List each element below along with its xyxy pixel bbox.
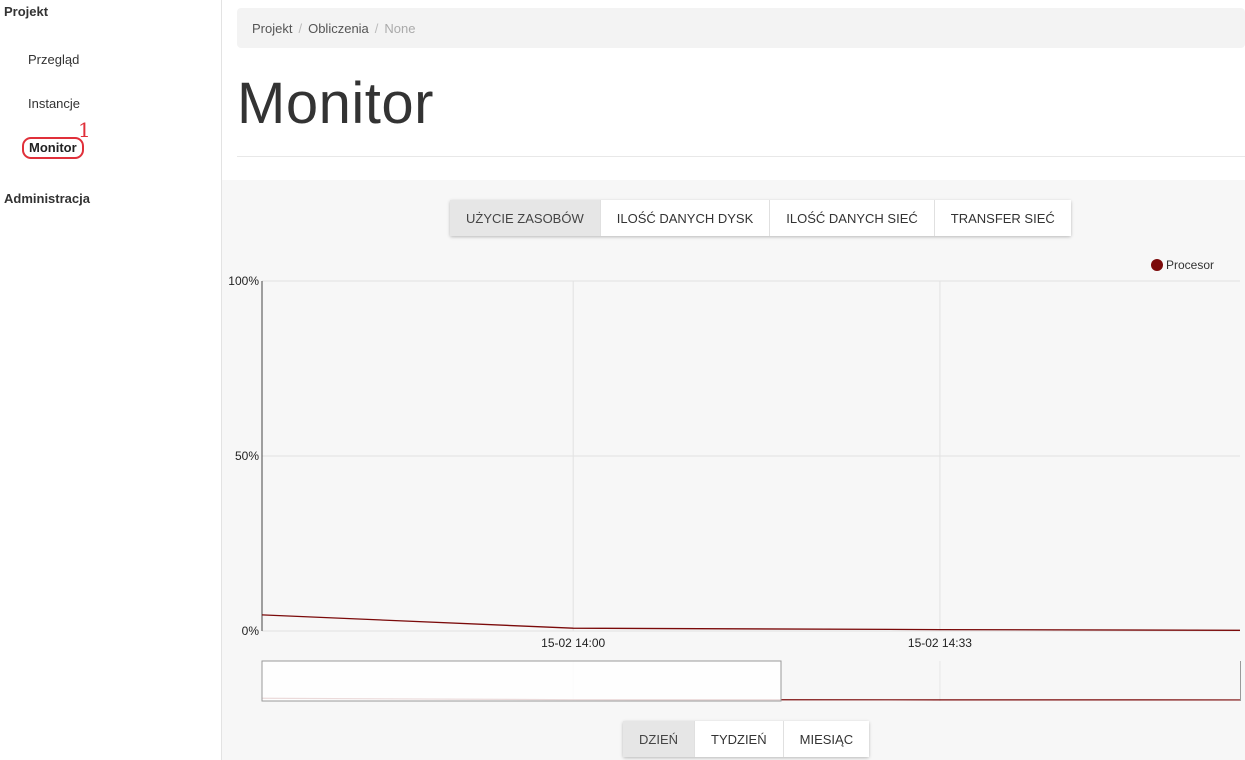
- y-tick-label: 0%: [242, 624, 260, 638]
- y-axis-labels: 100% 50% 0%: [228, 274, 259, 638]
- breadcrumb-item-current: None: [384, 20, 416, 36]
- y-tick-label: 50%: [235, 449, 259, 463]
- range-miesiac-button[interactable]: MIESIĄC: [783, 721, 870, 757]
- breadcrumb: Projekt / Obliczenia / None: [237, 8, 1245, 48]
- range-buttons: DZIEŃ TYDZIEŃ MIESIĄC: [623, 721, 870, 757]
- sidebar-item-przeglad[interactable]: Przegląd: [28, 52, 79, 67]
- range-tydzien-button[interactable]: TYDZIEŃ: [695, 721, 784, 757]
- sidebar-section-project[interactable]: Projekt: [4, 4, 48, 19]
- annotation-marker: 1: [78, 118, 91, 142]
- page-title: Monitor: [237, 71, 434, 136]
- navigator-selection: [261, 660, 782, 702]
- y-tick-label: 100%: [228, 274, 259, 288]
- x-tick-label: 15-02 14:00: [541, 636, 605, 650]
- sidebar-item-instancje[interactable]: Instancje: [28, 96, 80, 111]
- sidebar: Projekt Przegląd Instancje Monitor 1 Adm…: [0, 0, 222, 760]
- breadcrumb-item-obliczenia[interactable]: Obliczenia: [308, 21, 369, 36]
- chart-grid: [262, 280, 1240, 632]
- sidebar-section-admin[interactable]: Administracja: [4, 191, 90, 206]
- tab-ilosc-danych-dysk[interactable]: ILOŚĆ DANYCH DYSK: [600, 200, 771, 236]
- breadcrumb-separator: /: [298, 20, 303, 36]
- cpu-usage-chart[interactable]: 100% 50% 0% 15-02 14:00 15-02 14:33: [222, 240, 1245, 710]
- x-axis-labels: 15-02 14:00 15-02 14:33: [541, 636, 972, 650]
- x-tick-label: 15-02 14:33: [908, 636, 972, 650]
- tab-uzycie-zasobow[interactable]: UŻYCIE ZASOBÓW: [450, 200, 601, 236]
- tab-transfer-siec[interactable]: TRANSFER SIEĆ: [934, 200, 1071, 236]
- breadcrumb-item-projekt[interactable]: Projekt: [252, 21, 292, 36]
- sidebar-item-monitor[interactable]: Monitor: [22, 137, 84, 159]
- tab-ilosc-danych-siec[interactable]: ILOŚĆ DANYCH SIEĆ: [770, 200, 935, 236]
- metric-tabs: UŻYCIE ZASOBÓW ILOŚĆ DANYCH DYSK ILOŚĆ D…: [450, 200, 1071, 236]
- range-navigator: [261, 660, 1244, 702]
- breadcrumb-separator: /: [374, 20, 379, 36]
- range-dzien-button[interactable]: DZIEŃ: [623, 721, 695, 757]
- title-divider: [237, 156, 1245, 157]
